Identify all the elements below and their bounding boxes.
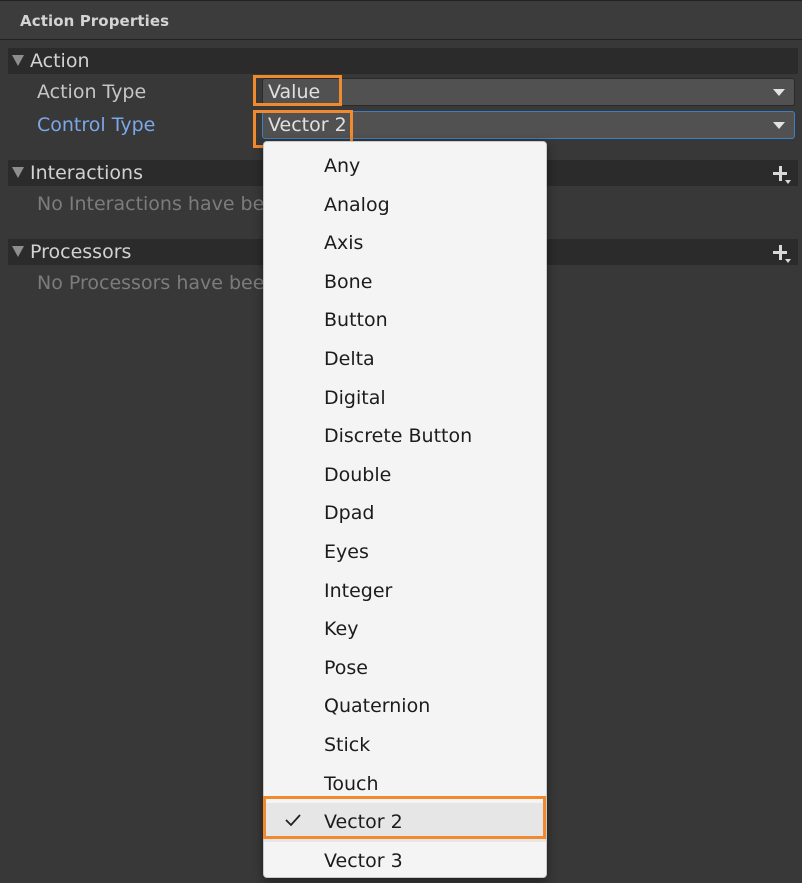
menu-item-label: Vector 3	[324, 849, 403, 872]
foldout-expanded-icon[interactable]	[12, 55, 24, 66]
action-type-label: Action Type	[37, 81, 147, 103]
section-label-processors: Processors	[30, 241, 132, 263]
menu-item[interactable]: Analog	[264, 186, 546, 225]
interactions-empty-text: No Interactions have be	[37, 193, 265, 215]
menu-item[interactable]: Key	[264, 610, 546, 649]
menu-item[interactable]: Stick	[264, 726, 546, 765]
menu-item-label: Any	[324, 155, 361, 177]
menu-item-label: Analog	[324, 193, 390, 216]
menu-item[interactable]: Eyes	[264, 533, 546, 572]
action-type-value: Value	[268, 81, 321, 103]
menu-item[interactable]: Bone	[264, 263, 546, 302]
section-label-interactions: Interactions	[30, 162, 143, 184]
menu-item-label: Quaternion	[324, 695, 431, 718]
dropdown-arrow-icon	[773, 89, 785, 96]
control-type-value: Vector 2	[268, 114, 347, 136]
menu-item-label: Discrete Button	[324, 425, 473, 448]
menu-item-label: Axis	[324, 232, 364, 255]
section-label-action: Action	[30, 50, 90, 72]
foldout-expanded-icon[interactable]	[12, 167, 24, 178]
menu-item[interactable]: Quaternion	[264, 687, 546, 726]
menu-item[interactable]: Touch	[264, 765, 546, 804]
menu-item-label: Dpad	[324, 502, 375, 525]
menu-item[interactable]: Pose	[264, 649, 546, 688]
menu-item[interactable]: Vector 3	[264, 842, 546, 881]
add-processor-icon[interactable]	[770, 242, 792, 264]
menu-item-label: Vector 2	[324, 811, 403, 834]
menu-item-label: Double	[324, 463, 392, 486]
menu-item-label: Delta	[324, 348, 375, 370]
menu-item[interactable]: Digital	[264, 379, 546, 418]
menu-item-label: Stick	[324, 734, 371, 756]
panel-header: Action Properties	[0, 0, 802, 40]
action-type-dropdown[interactable]: Value	[262, 78, 795, 106]
menu-item[interactable]: Discrete Button	[264, 417, 546, 456]
menu-item-label: Pose	[324, 656, 368, 679]
menu-item-label: Digital	[324, 386, 386, 409]
menu-item[interactable]: Button	[264, 301, 546, 340]
menu-item-label: Bone	[324, 270, 373, 293]
menu-item[interactable]: Integer	[264, 572, 546, 611]
add-interaction-icon[interactable]	[770, 163, 792, 185]
menu-item[interactable]: Delta	[264, 340, 546, 379]
dropdown-arrow-icon	[773, 122, 785, 129]
menu-item[interactable]: Double	[264, 456, 546, 495]
checkmark-icon	[285, 814, 301, 827]
menu-item-label: Touch	[324, 772, 379, 795]
section-header-action[interactable]: Action	[8, 48, 798, 74]
panel-title: Action Properties	[20, 12, 170, 30]
menu-item[interactable]: Axis	[264, 224, 546, 263]
control-type-menu: Any Analog Axis Bone Button Delta Digital Discr…	[263, 141, 547, 878]
menu-item-label: Button	[324, 309, 388, 332]
menu-item[interactable]: Vector 2	[264, 803, 546, 842]
foldout-expanded-icon[interactable]	[12, 246, 24, 257]
menu-item-label: Integer	[324, 579, 393, 602]
control-type-dropdown[interactable]: Vector 2	[262, 111, 795, 139]
menu-item-label: Key	[324, 618, 359, 641]
action-properties-panel: Action Properties Action Action Type Val…	[0, 0, 802, 883]
menu-item-label: Eyes	[324, 541, 369, 563]
menu-item[interactable]: Dpad	[264, 494, 546, 533]
processors-empty-text: No Processors have bee	[37, 272, 265, 294]
menu-item[interactable]: Any	[264, 147, 546, 186]
control-type-label: Control Type	[37, 114, 156, 136]
